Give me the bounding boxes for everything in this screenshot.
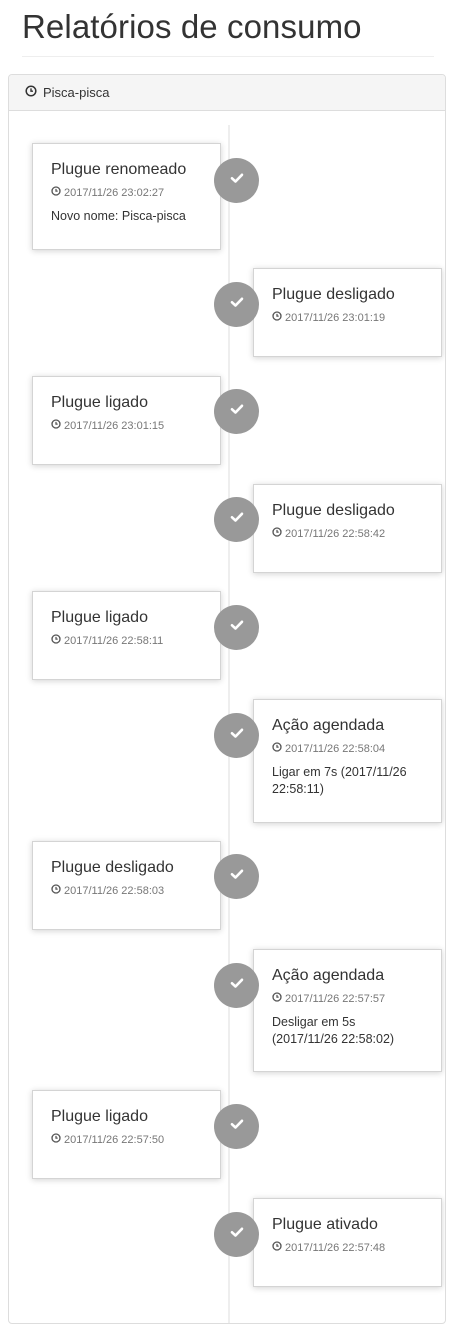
event-timestamp: 2017/11/26 23:01:15 [51, 419, 202, 432]
event-title: Plugue ligado [51, 394, 148, 411]
event-timestamp: 2017/11/26 22:58:11 [51, 634, 202, 647]
page-title: Relatórios de consumo [22, 8, 362, 45]
clock-icon [51, 419, 61, 432]
timeline-panel: Pisca-pisca Plugue renomeado 2017/11/26 … [8, 74, 446, 1324]
clock-icon [272, 992, 282, 1005]
event-timestamp: 2017/11/26 22:58:03 [51, 884, 202, 897]
check-icon [229, 866, 245, 887]
event-title: Plugue desligado [272, 286, 395, 303]
check-icon [229, 1116, 245, 1137]
event-timestamp: 2017/11/26 23:01:19 [272, 311, 423, 324]
panel-heading: Pisca-pisca [9, 75, 445, 111]
check-icon [229, 294, 245, 315]
event-title: Plugue desligado [51, 859, 174, 876]
event-title: Plugue renomeado [51, 161, 187, 178]
clock-icon [272, 311, 282, 324]
event-timestamp: 2017/11/26 22:57:50 [51, 1133, 202, 1146]
event-body: Ligar em 7s (2017/11/26 22:58:11) [272, 765, 407, 796]
timeline-event: Plugue desligado 2017/11/26 22:58:42 [253, 484, 442, 573]
clock-icon [272, 527, 282, 540]
timeline-badge [214, 1104, 259, 1149]
clock-icon [25, 85, 37, 100]
clock-icon [272, 1241, 282, 1254]
event-body: Novo nome: Pisca-pisca [51, 209, 186, 223]
event-timestamp: 2017/11/26 22:58:04 [272, 742, 423, 755]
clock-icon [272, 742, 282, 755]
timeline-event: Plugue ligado 2017/11/26 22:58:11 [32, 591, 221, 680]
clock-icon [51, 186, 61, 199]
timeline-event: Plugue renomeado 2017/11/26 23:02:27 Nov… [32, 143, 221, 250]
timeline-badge [214, 605, 259, 650]
timeline-badge [214, 713, 259, 758]
title-divider [22, 56, 434, 57]
event-body: Desligar em 5s (2017/11/26 22:58:02) [272, 1015, 395, 1046]
timeline-badge [214, 497, 259, 542]
clock-icon [51, 1133, 61, 1146]
check-icon [229, 1224, 245, 1245]
event-title: Plugue ativado [272, 1216, 378, 1233]
timeline-badge [214, 282, 259, 327]
event-title: Ação agendada [272, 967, 385, 984]
timeline-event: Plugue ligado 2017/11/26 23:01:15 [32, 376, 221, 465]
check-icon [229, 401, 245, 422]
timeline-badge [214, 389, 259, 434]
timeline-event: Plugue ligado 2017/11/26 22:57:50 [32, 1090, 221, 1179]
timeline-event: Ação agendada 2017/11/26 22:58:04 Ligar … [253, 699, 442, 823]
check-icon [229, 170, 245, 191]
clock-icon [51, 634, 61, 647]
check-icon [229, 617, 245, 638]
timeline-event: Ação agendada 2017/11/26 22:57:57 Deslig… [253, 949, 442, 1072]
event-timestamp: 2017/11/26 22:57:48 [272, 1241, 423, 1254]
event-timestamp: 2017/11/26 22:58:42 [272, 527, 423, 540]
timeline-event: Plugue desligado 2017/11/26 23:01:19 [253, 268, 442, 357]
clock-icon [51, 884, 61, 897]
panel-heading-label: Pisca-pisca [43, 85, 110, 100]
event-title: Plugue desligado [272, 502, 395, 519]
check-icon [229, 975, 245, 996]
timeline-badge [214, 963, 259, 1008]
event-timestamp: 2017/11/26 23:02:27 [51, 186, 202, 199]
timeline-event: Plugue desligado 2017/11/26 22:58:03 [32, 841, 221, 930]
timeline-badge [214, 158, 259, 203]
event-title: Plugue ligado [51, 609, 148, 626]
timeline-badge [214, 854, 259, 899]
timeline-badge [214, 1212, 259, 1257]
check-icon [229, 725, 245, 746]
event-title: Plugue ligado [51, 1108, 148, 1125]
check-icon [229, 509, 245, 530]
event-title: Ação agendada [272, 717, 385, 734]
timeline-event: Plugue ativado 2017/11/26 22:57:48 [253, 1198, 442, 1287]
event-timestamp: 2017/11/26 22:57:57 [272, 992, 423, 1005]
